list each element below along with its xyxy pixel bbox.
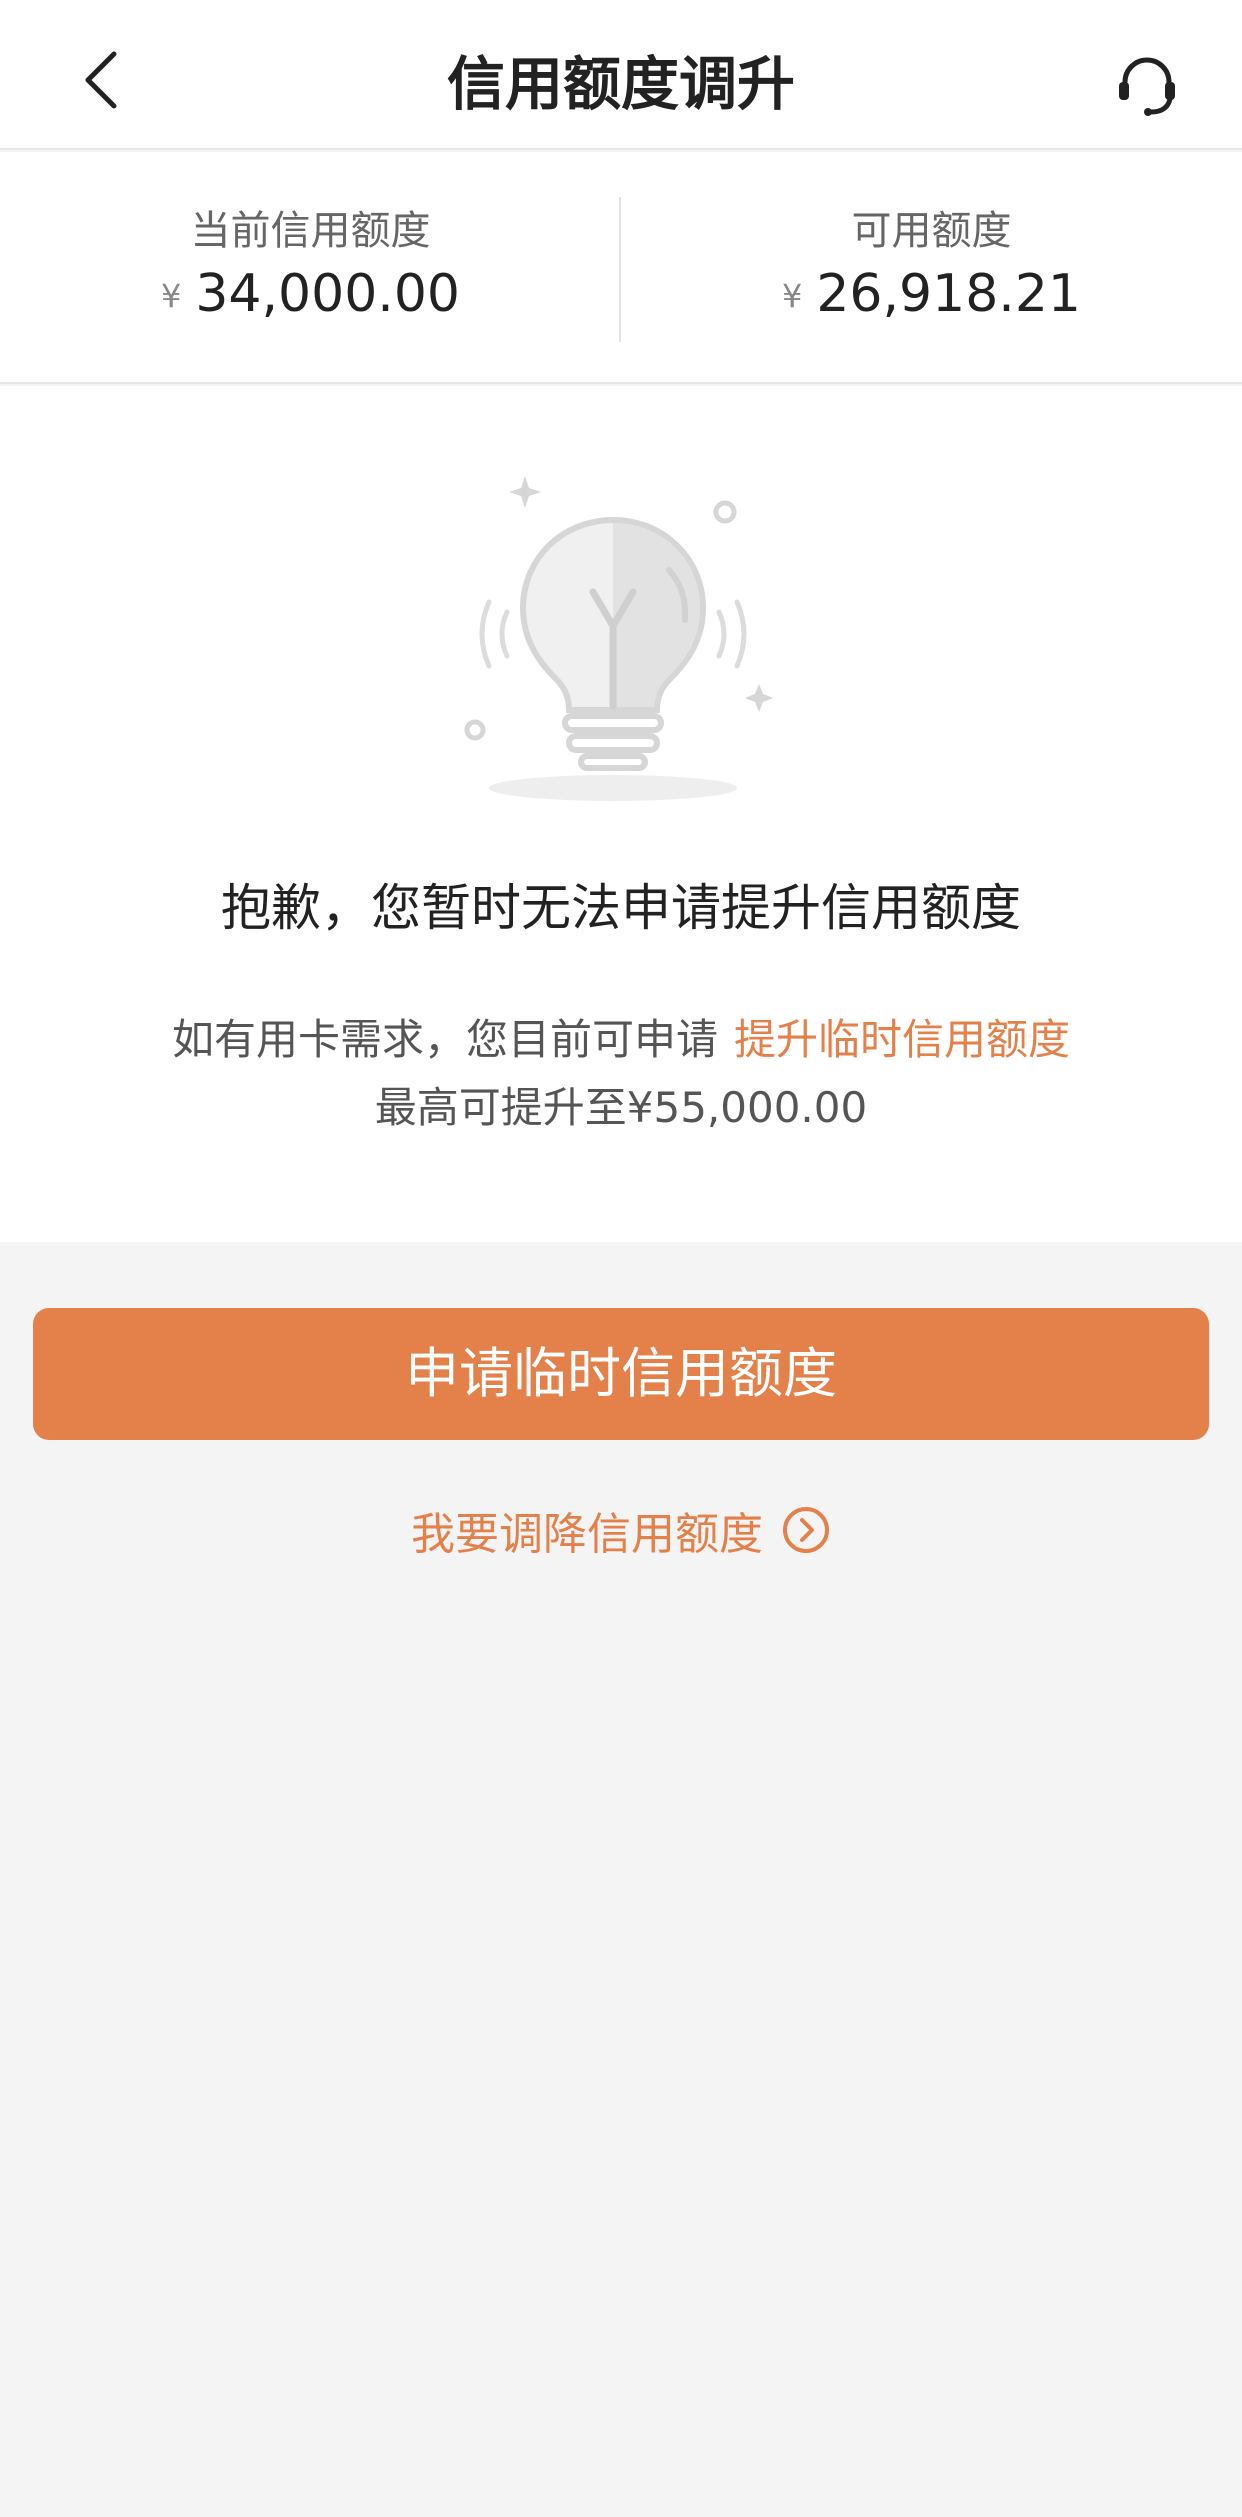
notice-card: 抱歉，您暂时无法申请提升信用额度 如有用卡需求，您目前可申请 提升临时信用额度 最… [0,386,1242,1242]
current-limit-block: 当前信用额度 ¥34,000.00 [0,152,621,384]
credit-summary-card: 当前信用额度 ¥34,000.00 可用额度 ¥26,918.21 [0,152,1242,384]
notice-line-1-text: 如有用卡需求，您目前可申请 [171,1015,718,1064]
available-limit-value: 26,918.21 [816,264,1081,324]
page-title: 信用额度调升 [446,50,795,118]
current-limit-value: 34,000.00 [195,264,460,324]
back-button[interactable] [60,40,140,120]
available-limit-block: 可用额度 ¥26,918.21 [621,152,1242,384]
headset-icon [1119,57,1175,116]
current-limit-value-row: ¥34,000.00 [0,264,621,324]
lightbulb-illustration [451,474,791,814]
circle-chevron-right-icon [781,1505,831,1555]
lightbulb-icon [464,476,773,801]
chevron-left-icon [85,51,117,109]
top-nav-bar: 信用额度调升 [0,0,1242,150]
notice-line-1: 如有用卡需求，您目前可申请 提升临时信用额度 [0,1006,1242,1067]
max-temporary-limit-text: 最高可提升至¥55,000.00 [374,1083,868,1132]
currency-symbol: ¥ [781,277,803,315]
credit-limit-adjust-page: 信用额度调升 当前信用额度 ¥34,000.00 可用额度 ¥26,918.21 [0,0,1242,2517]
available-limit-label: 可用额度 [851,208,1012,254]
temporary-limit-link[interactable]: 提升临时信用额度 [734,1015,1070,1064]
currency-symbol: ¥ [160,277,182,315]
available-limit-value-row: ¥26,918.21 [621,264,1242,324]
decrease-limit-link[interactable]: 我要调降信用额度 [0,1490,1242,1570]
decrease-limit-label: 我要调降信用额度 [411,1509,763,1560]
apply-temporary-limit-button[interactable]: 申请临时信用额度 [33,1308,1209,1440]
current-limit-label: 当前信用额度 [190,208,431,254]
customer-service-button[interactable] [1102,40,1192,130]
notice-title: 抱歉，您暂时无法申请提升信用额度 [221,879,1021,937]
